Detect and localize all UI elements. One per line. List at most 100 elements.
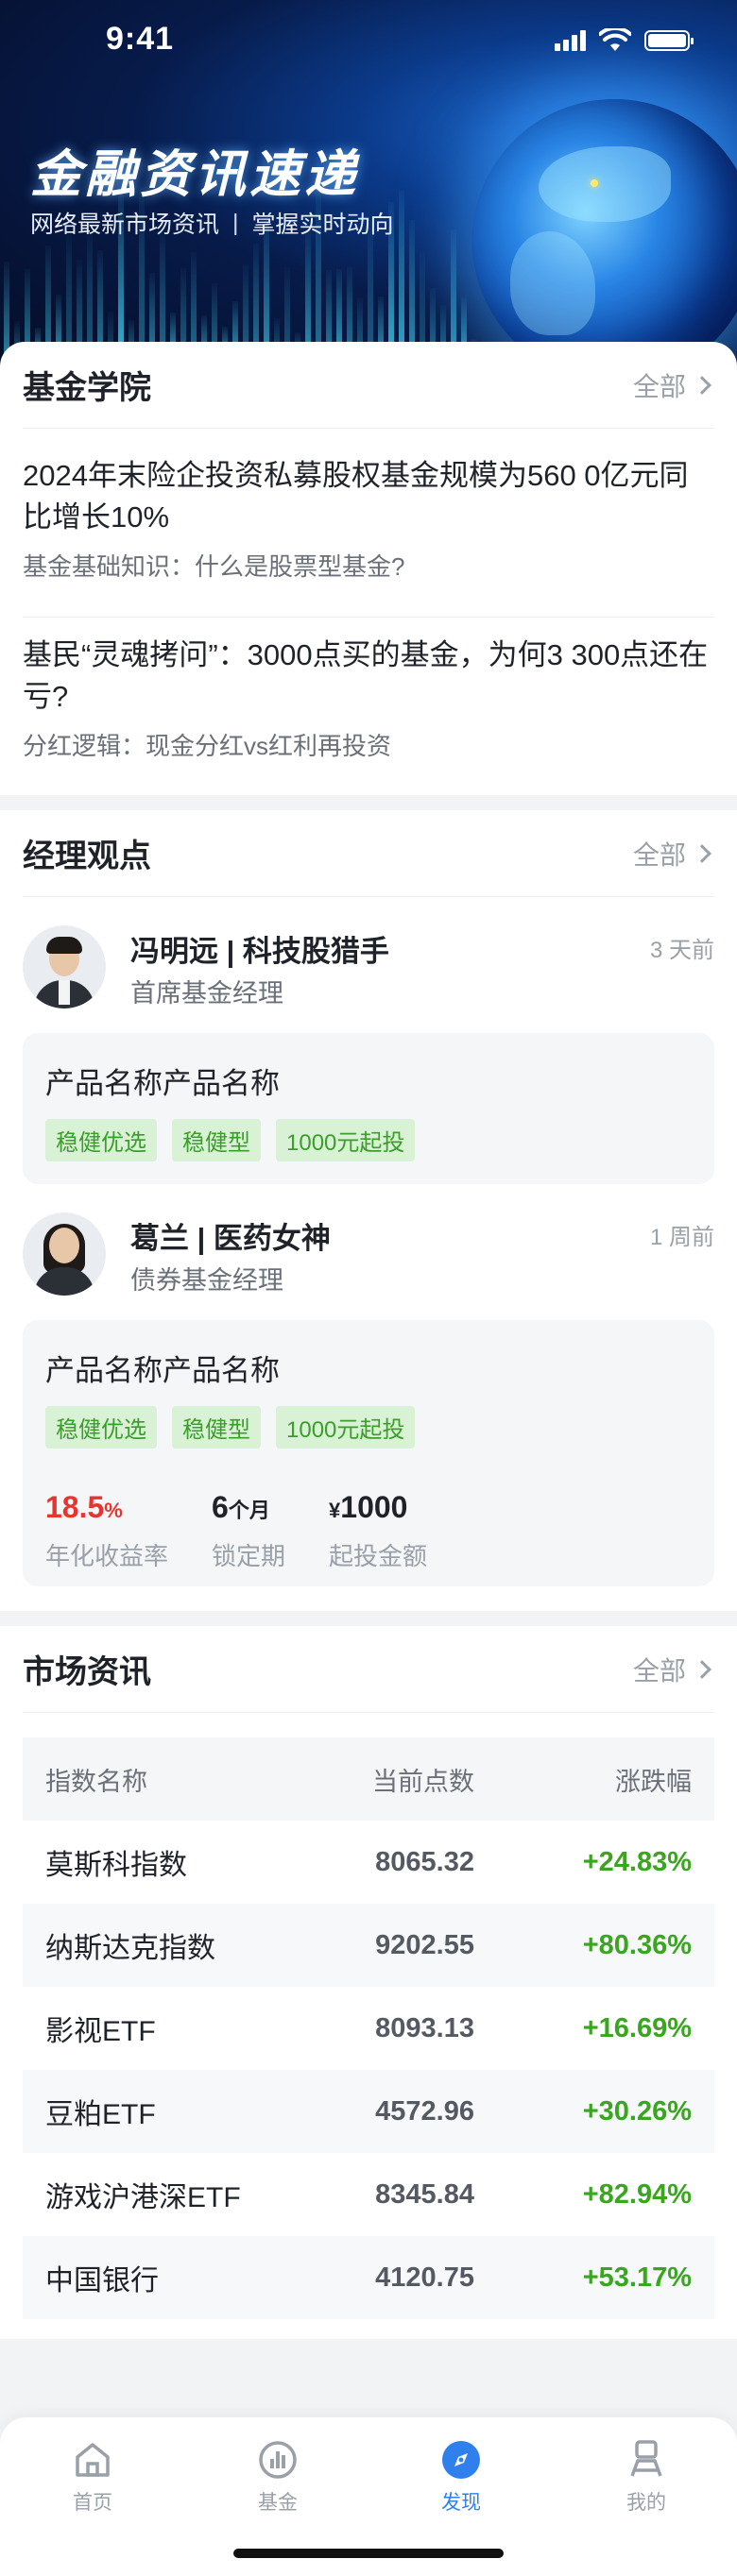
article-title: 2024年末险企投资私募股权基金规模为560 0亿元同比增长10% [23, 459, 689, 534]
column-header-name: 指数名称 [45, 1767, 147, 1796]
tab-profile[interactable]: 我的 [590, 2438, 703, 2516]
status-bar: 9:41 [0, 0, 737, 83]
stat-annual-return: 18.5% 年化收益率 [45, 1490, 168, 1572]
index-value: 9202.55 [375, 1929, 474, 1960]
status-time: 9:41 [106, 21, 175, 57]
tab-home[interactable]: 首页 [36, 2438, 149, 2516]
section-title: 市场资讯 [23, 1654, 151, 1690]
product-card[interactable]: 产品名称产品名称 稳健优选 稳健型 1000元起投 18.5% 年化收益率 6个… [23, 1320, 714, 1586]
table-header: 指数名称 当前点数 涨跌幅 [23, 1737, 714, 1821]
globe-illustration [472, 99, 737, 368]
wifi-icon [599, 28, 631, 51]
index-name: 莫斯科指数 [45, 1850, 187, 1881]
section-title: 经理观点 [23, 839, 151, 874]
market-news-card: 市场资讯 全部 指数名称 当前点数 涨跌幅 莫斯科指数 8065.32 +24.… [0, 1626, 737, 2339]
index-value: 8093.13 [375, 2012, 474, 2043]
tab-label: 首页 [73, 2492, 112, 2514]
hero-subtitle: 网络最新市场资讯 | 掌握实时动向 [30, 206, 394, 240]
product-tag: 稳健优选 [45, 1119, 157, 1161]
index-value: 4572.96 [375, 2095, 474, 2127]
avatar [23, 925, 106, 1008]
table-row[interactable]: 影视ETF 8093.13 +16.69% [23, 1987, 714, 2070]
manager-views-header: 经理观点 全部 [23, 810, 714, 897]
tab-fund[interactable]: 基金 [221, 2438, 334, 2516]
product-name: 产品名称产品名称 [45, 1067, 280, 1100]
status-icons [555, 28, 694, 53]
hero-banner: 9:41 金融资讯速递 网络最新市场资讯 | 掌握实时动向 [0, 0, 737, 368]
see-all-link[interactable]: 全部 [633, 366, 714, 404]
chevron-right-icon [693, 1659, 711, 1679]
product-name: 产品名称产品名称 [45, 1354, 280, 1387]
home-indicator [233, 2549, 504, 2558]
product-tag: 稳健型 [172, 1406, 261, 1449]
product-tag: 稳健优选 [45, 1406, 157, 1449]
fund-academy-header: 基金学院 全部 [23, 342, 714, 429]
see-all-link[interactable]: 全部 [633, 835, 714, 873]
stat-unit: % [104, 1499, 123, 1522]
index-change: +24.83% [582, 1846, 692, 1877]
tab-label: 我的 [626, 2492, 666, 2514]
fund-icon [259, 2441, 297, 2479]
profile-icon [630, 2440, 662, 2477]
product-tag: 稳健型 [172, 1119, 261, 1161]
article-item[interactable]: 基民“灵魂拷问”：3000点买的基金，为何3 300点还在亏? 分红逻辑：现金分… [23, 635, 714, 762]
market-index-table: 指数名称 当前点数 涨跌幅 莫斯科指数 8065.32 +24.83% 纳斯达克… [23, 1737, 714, 2319]
index-change: +80.36% [582, 1929, 692, 1960]
chevron-right-icon [693, 375, 711, 395]
see-all-link[interactable]: 全部 [633, 1651, 714, 1688]
manager-role: 首席基金经理 [130, 979, 283, 1008]
index-value: 8065.32 [375, 1846, 474, 1877]
manager-views-card: 经理观点 全部 冯明远 | 科技股猎手 首席基金经理 3 天前 产品名称产品名称… [0, 810, 737, 1611]
post-time: 3 天前 [649, 938, 714, 963]
table-row[interactable]: 莫斯科指数 8065.32 +24.83% [23, 1821, 714, 1904]
table-row[interactable]: 纳斯达克指数 9202.55 +80.36% [23, 1904, 714, 1987]
section-title: 基金学院 [23, 370, 151, 406]
stat-value: 18.5 [45, 1490, 105, 1524]
article-item[interactable]: 2024年末险企投资私募股权基金规模为560 0亿元同比增长10% 基金基础知识… [23, 455, 714, 618]
fund-academy-card: 基金学院 全部 2024年末险企投资私募股权基金规模为560 0亿元同比增长10… [0, 342, 737, 795]
stat-prefix: ¥ [329, 1499, 341, 1522]
stat-label: 起投金额 [329, 1542, 428, 1570]
table-row[interactable]: 游戏沪港深ETF 8345.84 +82.94% [23, 2153, 714, 2236]
article-subtitle: 基金基础知识：什么是股票型基金? [23, 552, 405, 581]
hero-title: 金融资讯速递 [30, 146, 359, 203]
product-tag: 1000元起投 [276, 1406, 416, 1449]
compass-icon [442, 2441, 480, 2479]
index-change: +16.69% [582, 2012, 692, 2043]
index-change: +82.94% [582, 2178, 692, 2210]
tab-label: 基金 [258, 2492, 298, 2514]
tab-discover[interactable]: 发现 [404, 2438, 518, 2516]
index-change: +53.17% [582, 2262, 692, 2293]
signal-icon [555, 30, 586, 51]
index-change: +30.26% [582, 2095, 692, 2127]
table-row[interactable]: 豆粕ETF 4572.96 +30.26% [23, 2070, 714, 2153]
product-tags: 稳健优选 稳健型 1000元起投 [45, 1119, 692, 1161]
product-tag: 1000元起投 [276, 1119, 416, 1161]
market-news-header: 市场资讯 全部 [23, 1626, 714, 1713]
manager-name: 冯明远 | 科技股猎手 [130, 935, 389, 968]
column-header-value: 当前点数 [372, 1767, 474, 1796]
index-name: 游戏沪港深ETF [45, 2182, 241, 2213]
battery-icon [644, 30, 694, 51]
stat-lock-period: 6个月 锁定期 [212, 1490, 285, 1572]
product-stats: 18.5% 年化收益率 6个月 锁定期 ¥1000 起投金额 [45, 1490, 692, 1572]
index-value: 4120.75 [375, 2262, 474, 2293]
hero-subtitle-left: 网络最新市场资讯 [30, 212, 220, 238]
index-name: 豆粕ETF [45, 2099, 156, 2130]
product-card[interactable]: 产品名称产品名称 稳健优选 稳健型 1000元起投 [23, 1033, 714, 1184]
avatar [23, 1212, 106, 1296]
post-time: 1 周前 [649, 1225, 714, 1250]
index-name: 影视ETF [45, 2016, 156, 2047]
stat-min-investment: ¥1000 起投金额 [329, 1490, 427, 1572]
index-name: 纳斯达克指数 [45, 1933, 215, 1964]
chevron-right-icon [693, 843, 711, 863]
manager-role: 债券基金经理 [130, 1266, 283, 1295]
article-title: 基民“灵魂拷问”：3000点买的基金，为何3 300点还在亏? [23, 638, 709, 713]
table-row[interactable]: 中国银行 4120.75 +53.17% [23, 2236, 714, 2319]
index-name: 中国银行 [45, 2265, 159, 2296]
index-value: 8345.84 [375, 2178, 474, 2210]
column-header-change: 涨跌幅 [615, 1767, 692, 1796]
home-icon [76, 2443, 110, 2477]
stat-label: 年化收益率 [45, 1542, 169, 1570]
tab-label: 发现 [441, 2492, 481, 2514]
